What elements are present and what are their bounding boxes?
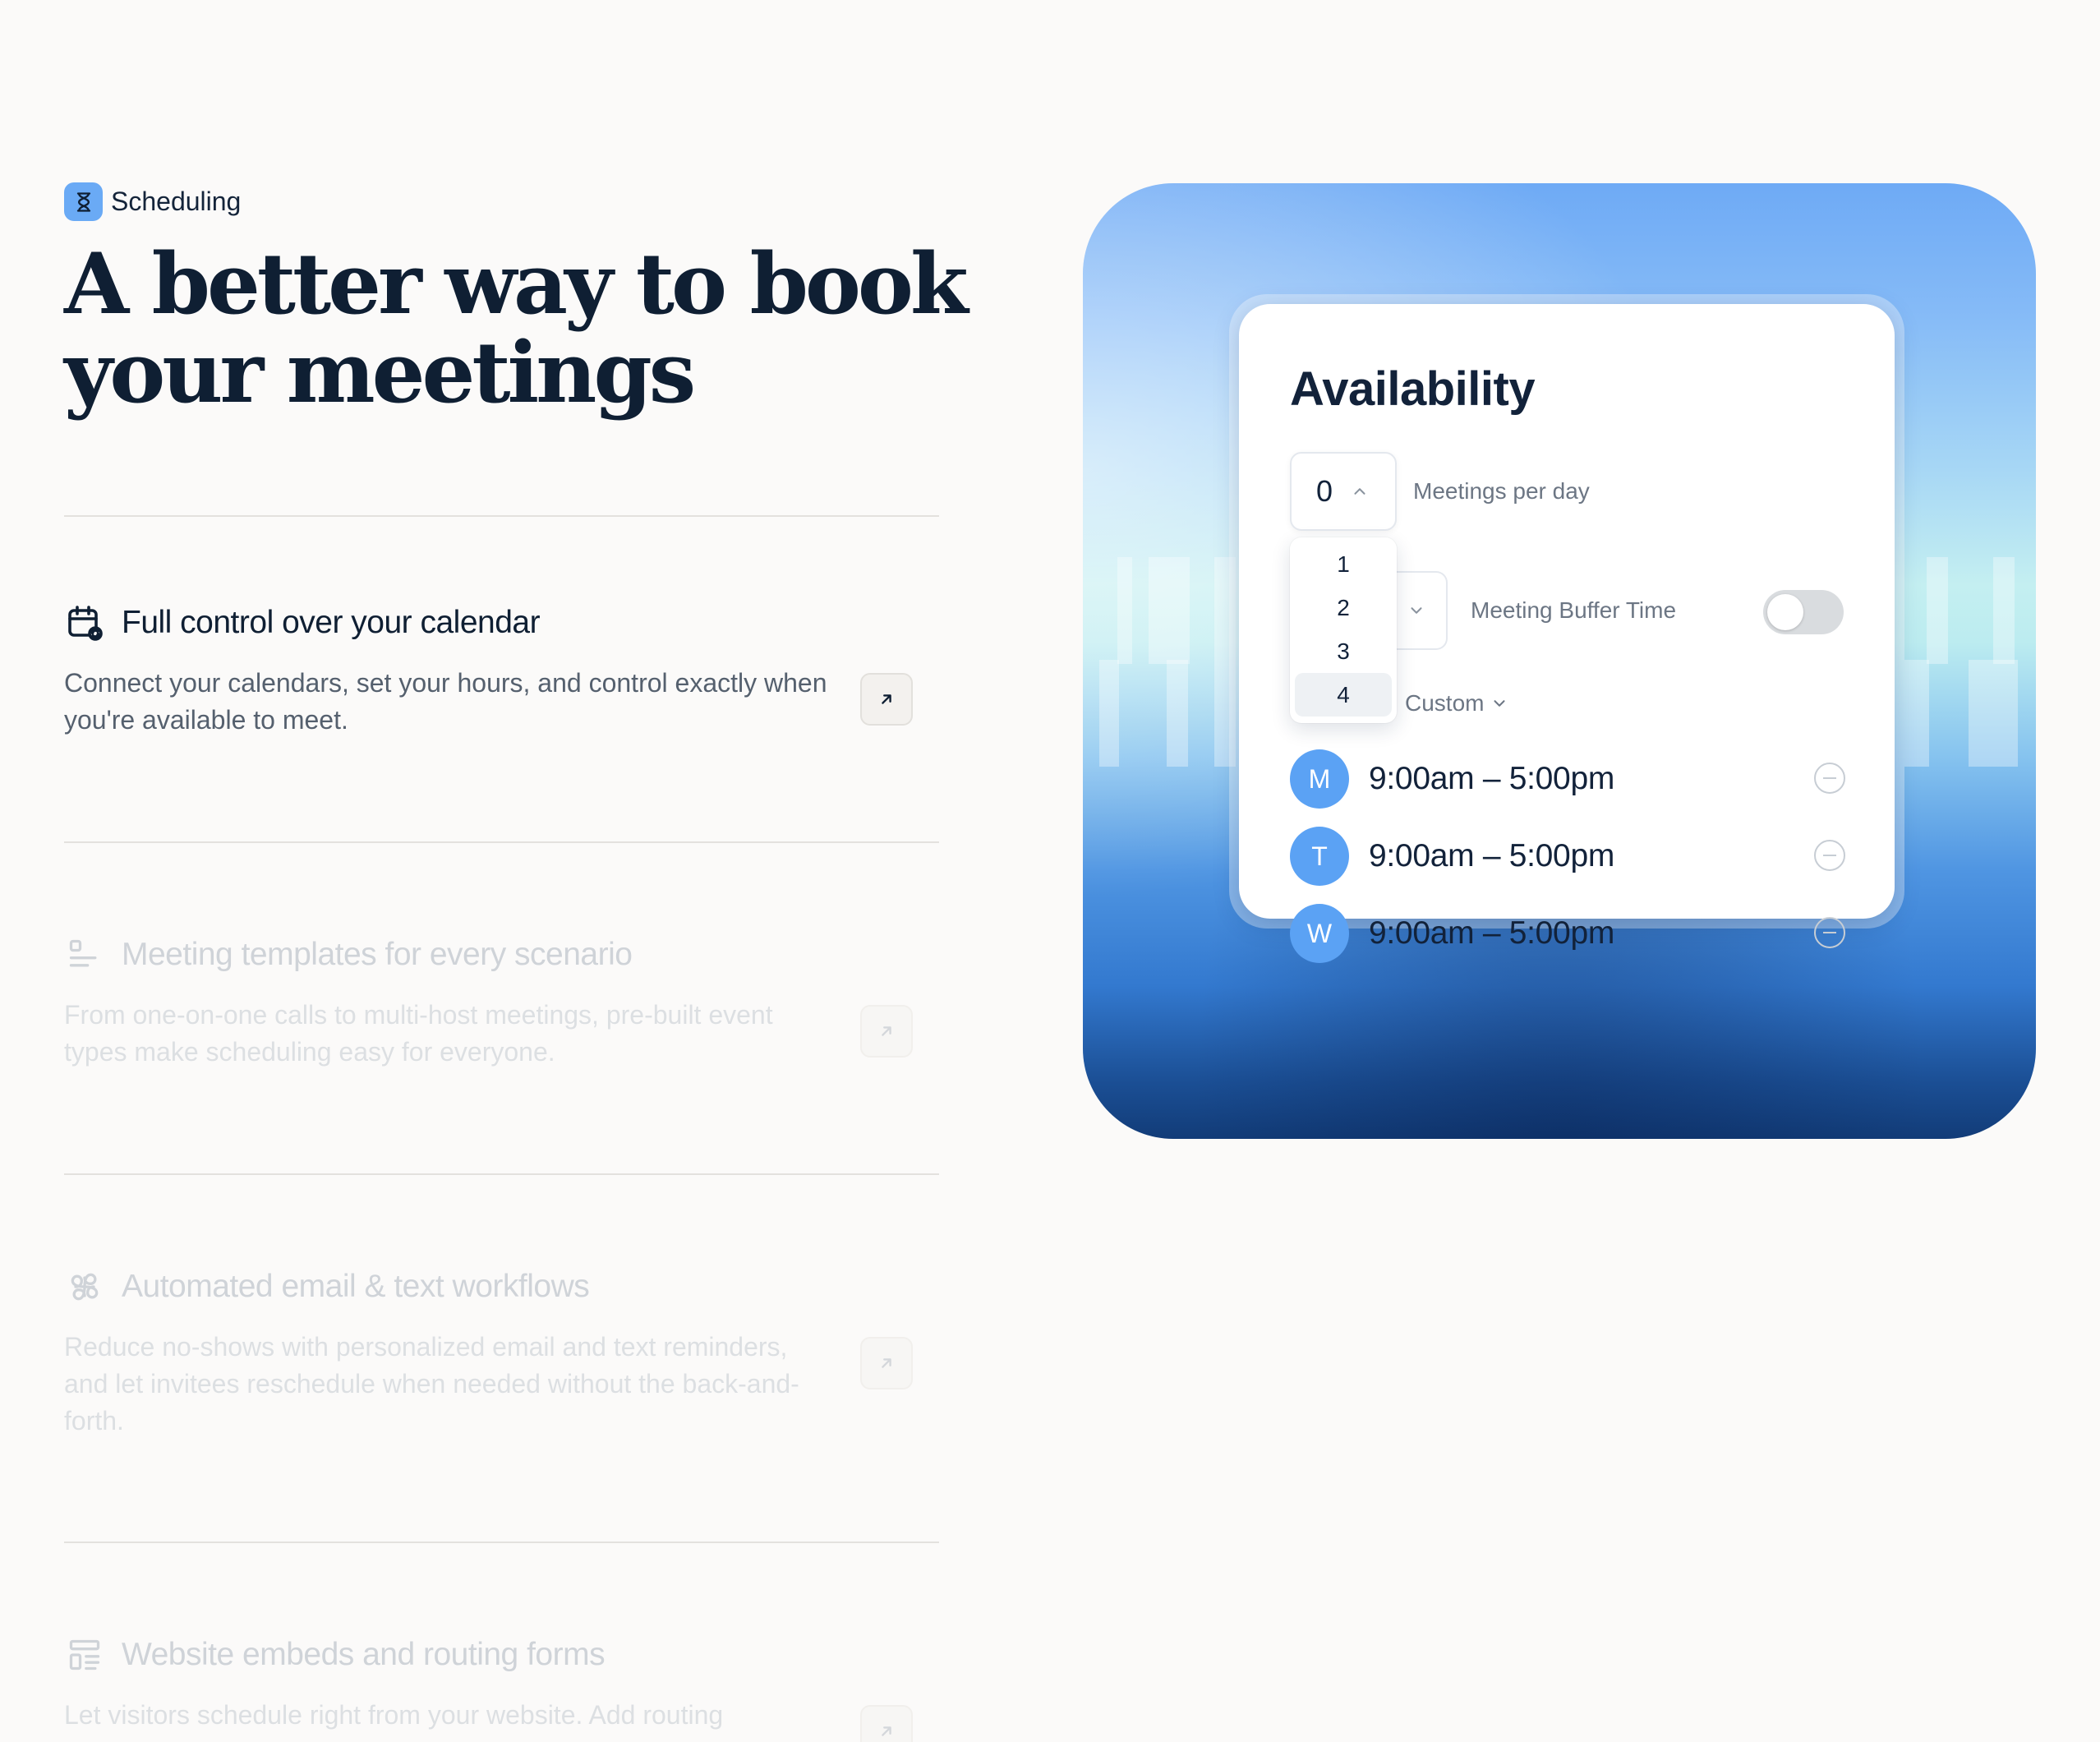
decorative-bar bbox=[1149, 557, 1190, 664]
feature-open-button[interactable] bbox=[860, 673, 913, 726]
hourglass-icon bbox=[64, 182, 103, 221]
availability-row-wednesday: W 9:00am – 5:00pm bbox=[1290, 902, 1845, 965]
day-badge: M bbox=[1290, 749, 1349, 809]
availability-row-tuesday: T 9:00am – 5:00pm bbox=[1290, 825, 1845, 887]
form-icon bbox=[64, 1634, 105, 1675]
decorative-bar bbox=[1099, 660, 1119, 767]
dropdown-option[interactable]: 1 bbox=[1295, 542, 1392, 586]
day-time-range[interactable]: 9:00am – 5:00pm bbox=[1369, 761, 1614, 797]
remove-circle-icon[interactable] bbox=[1814, 763, 1845, 794]
availability-illustration: Availability 0 Meetings per day Meeting … bbox=[1083, 183, 2036, 1139]
decorative-bar bbox=[1927, 557, 1948, 664]
arrow-up-right-icon bbox=[882, 1726, 891, 1736]
divider bbox=[64, 515, 939, 517]
feature-open-button[interactable] bbox=[860, 1005, 913, 1058]
feature-title: Full control over your calendar bbox=[122, 605, 541, 640]
divider bbox=[64, 841, 939, 843]
template-icon bbox=[64, 934, 105, 975]
divider bbox=[64, 1542, 939, 1543]
toggle-knob bbox=[1767, 594, 1803, 630]
dropdown-option[interactable]: 2 bbox=[1295, 586, 1392, 629]
divider bbox=[64, 1173, 939, 1175]
feature-description: Let visitors schedule right from your we… bbox=[64, 1700, 724, 1730]
custom-label: Custom bbox=[1405, 690, 1485, 716]
availability-row-monday: M 9:00am – 5:00pm bbox=[1290, 748, 1845, 810]
feature-open-button[interactable] bbox=[860, 1337, 913, 1389]
chevron-down-icon bbox=[1411, 607, 1422, 614]
decorative-bar bbox=[1993, 557, 2015, 664]
dropdown-option-selected[interactable]: 4 bbox=[1295, 673, 1392, 717]
day-badge: W bbox=[1290, 904, 1349, 963]
feature-open-button[interactable] bbox=[860, 1705, 913, 1742]
section-eyebrow: Scheduling bbox=[64, 182, 241, 221]
feature-description: Connect your calendars, set your hours, … bbox=[64, 668, 827, 735]
page-title: A better way to book your meetings bbox=[64, 235, 969, 422]
meeting-buffer-label: Meeting Buffer Time bbox=[1471, 597, 1677, 623]
feature-description: Reduce no-shows with personalized email … bbox=[64, 1332, 799, 1436]
buffer-time-toggle[interactable] bbox=[1763, 590, 1844, 634]
page: Scheduling A better way to book your mee… bbox=[0, 0, 2100, 1742]
decorative-bar bbox=[1904, 660, 1929, 767]
decorative-bar bbox=[1117, 557, 1132, 664]
chevron-up-icon bbox=[1354, 488, 1365, 495]
eyebrow-label: Scheduling bbox=[111, 187, 242, 216]
arrow-up-right-icon bbox=[882, 694, 891, 704]
feature-title: Website embeds and routing forms bbox=[122, 1637, 606, 1672]
feature-description: From one-on-one calls to multi-host meet… bbox=[64, 1000, 773, 1067]
feature-title: Automated email & text workflows bbox=[122, 1269, 590, 1304]
decorative-bar bbox=[1969, 660, 2018, 767]
availability-card: Availability 0 Meetings per day Meeting … bbox=[1239, 304, 1895, 963]
availability-title: Availability bbox=[1290, 362, 1536, 416]
meetings-per-day-label: Meetings per day bbox=[1413, 478, 1590, 504]
remove-circle-icon[interactable] bbox=[1814, 917, 1845, 948]
feature-item-calendar-control[interactable]: Full control over your calendar Connect … bbox=[64, 602, 939, 739]
decorative-bar bbox=[1167, 660, 1188, 767]
meetings-per-day-dropdown: 1 2 3 4 bbox=[1290, 537, 1397, 723]
workflow-icon bbox=[64, 1266, 105, 1307]
meetings-per-day-stepper[interactable]: 0 bbox=[1290, 452, 1397, 531]
arrow-up-right-icon bbox=[882, 1358, 891, 1368]
remove-circle-icon[interactable] bbox=[1814, 840, 1845, 871]
day-time-range[interactable]: 9:00am – 5:00pm bbox=[1369, 838, 1614, 874]
feature-title: Meeting templates for every scenario bbox=[122, 937, 633, 972]
feature-item-meeting-templates[interactable]: Meeting templates for every scenario Fro… bbox=[64, 934, 939, 1071]
chevron-down-icon bbox=[1494, 700, 1505, 707]
dropdown-option[interactable]: 3 bbox=[1295, 629, 1392, 673]
meetings-per-day-value: 0 bbox=[1316, 474, 1333, 508]
custom-schedule-select[interactable]: Custom bbox=[1405, 690, 1508, 717]
calendar-sync-icon bbox=[64, 602, 105, 643]
arrow-up-right-icon bbox=[882, 1026, 891, 1036]
feature-item-website-embeds[interactable]: Website embeds and routing forms Let vis… bbox=[64, 1634, 939, 1742]
feature-item-workflows[interactable]: Automated email & text workflows Reduce … bbox=[64, 1266, 939, 1440]
day-badge: T bbox=[1290, 827, 1349, 886]
day-time-range[interactable]: 9:00am – 5:00pm bbox=[1369, 915, 1614, 952]
